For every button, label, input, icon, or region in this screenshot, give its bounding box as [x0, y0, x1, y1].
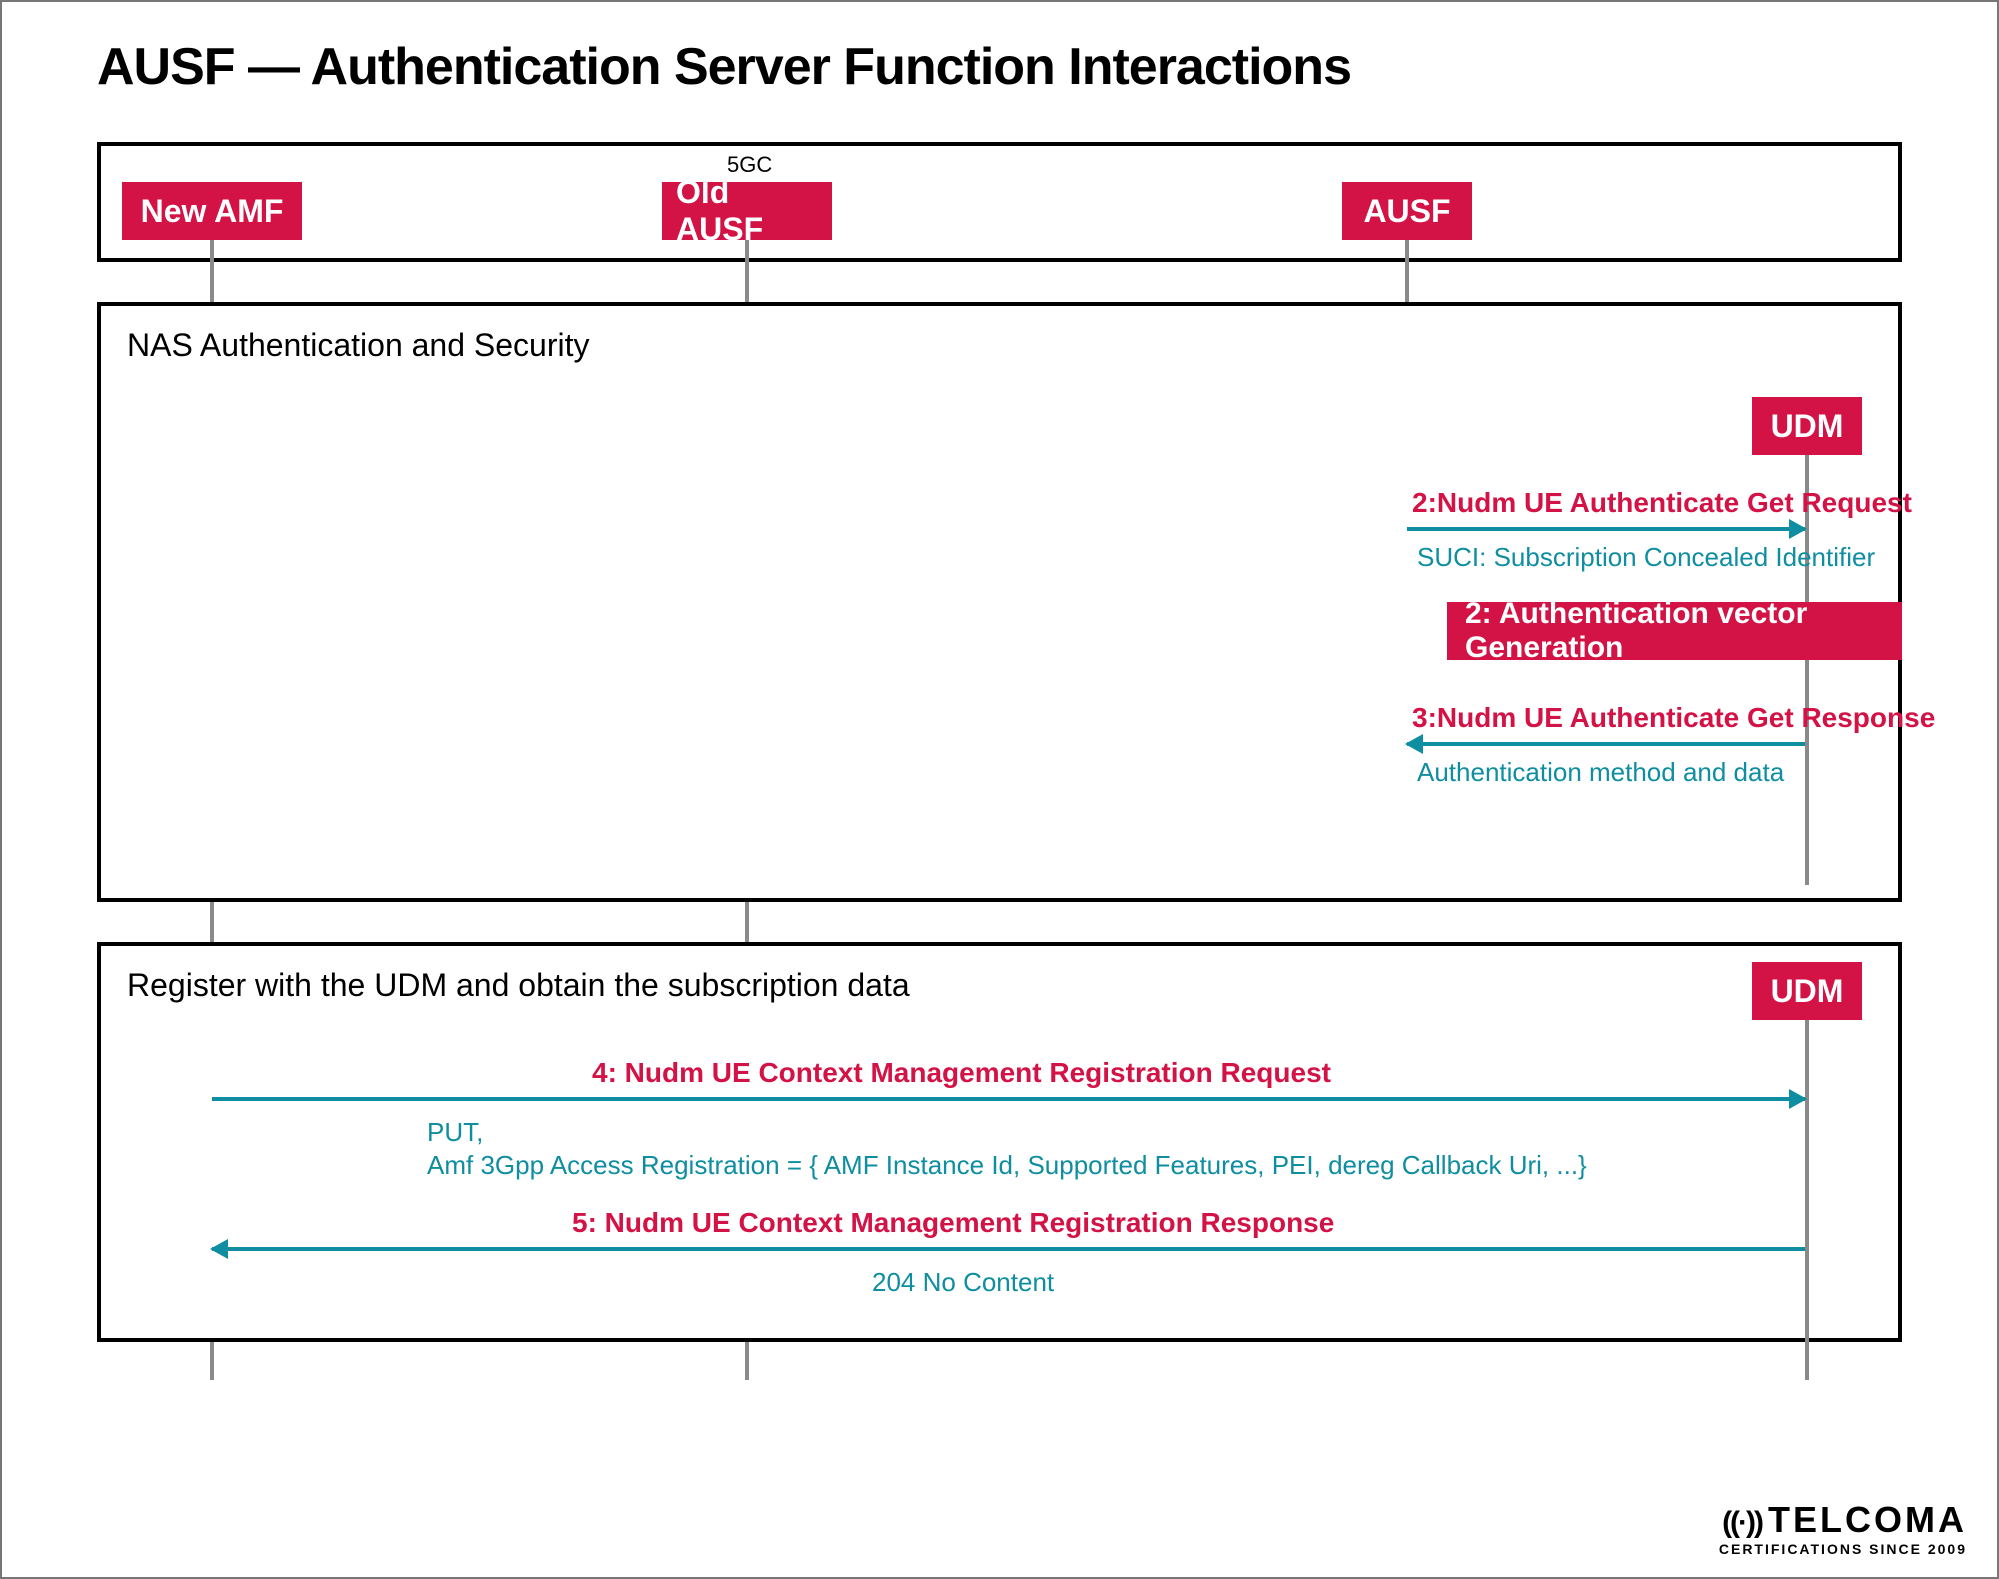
arrow-5: [212, 1247, 1805, 1251]
msg-4-title: 4: Nudm UE Context Management Registrati…: [592, 1057, 1331, 1089]
section-nas-title: NAS Authentication and Security: [127, 327, 590, 364]
brand-sub: CERTIFICATIONS SINCE 2009: [1719, 1541, 1967, 1557]
actor-old-ausf-label: Old AUSF: [676, 174, 818, 248]
note-auth-vector-gen-label: 2: Authentication vector Generation: [1465, 597, 1884, 665]
actor-old-ausf: Old AUSF: [662, 182, 832, 240]
arrow-2req: [1407, 527, 1805, 531]
actor-udm-2-label: UDM: [1771, 973, 1844, 1010]
msg-2req-sub: SUCI: Subscription Concealed Identifier: [1417, 542, 1875, 573]
note-auth-vector-gen: 2: Authentication vector Generation: [1447, 602, 1902, 660]
actor-new-amf: New AMF: [122, 182, 302, 240]
section-reg-title: Register with the UDM and obtain the sub…: [127, 967, 910, 1004]
msg-3-sub: Authentication method and data: [1417, 757, 1784, 788]
signal-icon: ((·)): [1722, 1506, 1762, 1539]
brand-logo: ((·))TELCOMA CERTIFICATIONS SINCE 2009: [1719, 1499, 1967, 1557]
actor-ausf-label: AUSF: [1363, 193, 1450, 230]
msg-5-sub: 204 No Content: [872, 1267, 1054, 1298]
page-title: AUSF — Authentication Server Function In…: [97, 37, 1351, 97]
brand-name: TELCOMA: [1768, 1499, 1967, 1540]
msg-5-title: 5: Nudm UE Context Management Registrati…: [572, 1207, 1334, 1239]
arrow-4: [212, 1097, 1805, 1101]
msg-2req-title: 2:Nudm UE Authenticate Get Request: [1412, 487, 1912, 519]
msg-4-sub1: PUT,: [427, 1117, 483, 1148]
lifeline-udm-2: [1805, 1020, 1809, 1380]
arrowhead-right-icon: [1789, 1089, 1807, 1109]
container-5gc: [97, 142, 1902, 262]
arrow-3: [1407, 742, 1805, 746]
actor-new-amf-label: New AMF: [141, 193, 284, 230]
actor-udm-1: UDM: [1752, 397, 1862, 455]
arrowhead-left-icon: [210, 1239, 228, 1259]
msg-3-title: 3:Nudm UE Authenticate Get Response: [1412, 702, 1935, 734]
arrowhead-left-icon: [1405, 734, 1423, 754]
diagram-canvas: AUSF — Authentication Server Function In…: [0, 0, 1999, 1579]
actor-ausf: AUSF: [1342, 182, 1472, 240]
arrowhead-right-icon: [1789, 519, 1807, 539]
actor-udm-1-label: UDM: [1771, 408, 1844, 445]
actor-udm-2: UDM: [1752, 962, 1862, 1020]
msg-4-sub2: Amf 3Gpp Access Registration = { AMF Ins…: [427, 1150, 1587, 1181]
